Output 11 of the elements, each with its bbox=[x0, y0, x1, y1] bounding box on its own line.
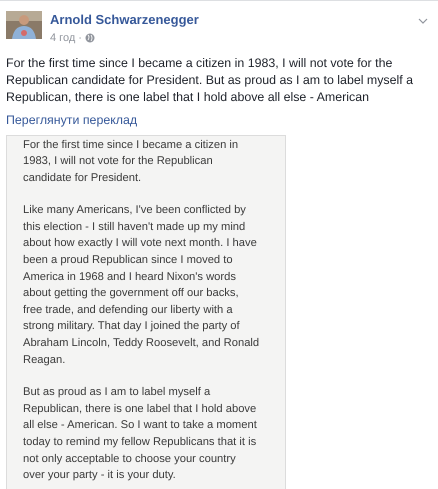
avatar-figure[interactable] bbox=[6, 11, 42, 39]
separator: · bbox=[78, 31, 82, 46]
note-paragraph: For the first time since I became a citizen in 1983, I will not vote for the Republican candidate for President. bbox=[23, 138, 240, 186]
chevron-down-icon[interactable] bbox=[418, 18, 428, 24]
author-name[interactable]: Arnold Schwarzenegger bbox=[50, 12, 199, 28]
note-paragraph: But as proud as I am to label myself a Republican, there is one label that I hold above all else - American. So I want to take a moment today to remind my fellow Republicans that it is not only acceptable to choose your country over your party - it is your duty. bbox=[23, 385, 258, 484]
note-paragraph: Like many Americans, I've been conflicted by this election - I still haven't made up my mind about how exactly I will vote next month. I have been a proud Republican since I moved to America in 1968 and I heard Nixon's words about getting the government off our backs, free trade, and defending our liberty with a strong military. That day I joined the party of Abraham Lincoln, Teddy Roosevelt, and Ronald Reagan. bbox=[23, 203, 260, 368]
globe-icon bbox=[84, 33, 95, 44]
note-image[interactable] bbox=[6, 134, 286, 489]
post-text: For the first time since I became a citizen in 1983, I will not vote for the Republican candidate for President. But as proud as I am to label myself a Republican, there is one label that I hold above all else - American bbox=[5, 54, 414, 106]
translate-link[interactable]: Переглянути переклад bbox=[6, 112, 138, 128]
